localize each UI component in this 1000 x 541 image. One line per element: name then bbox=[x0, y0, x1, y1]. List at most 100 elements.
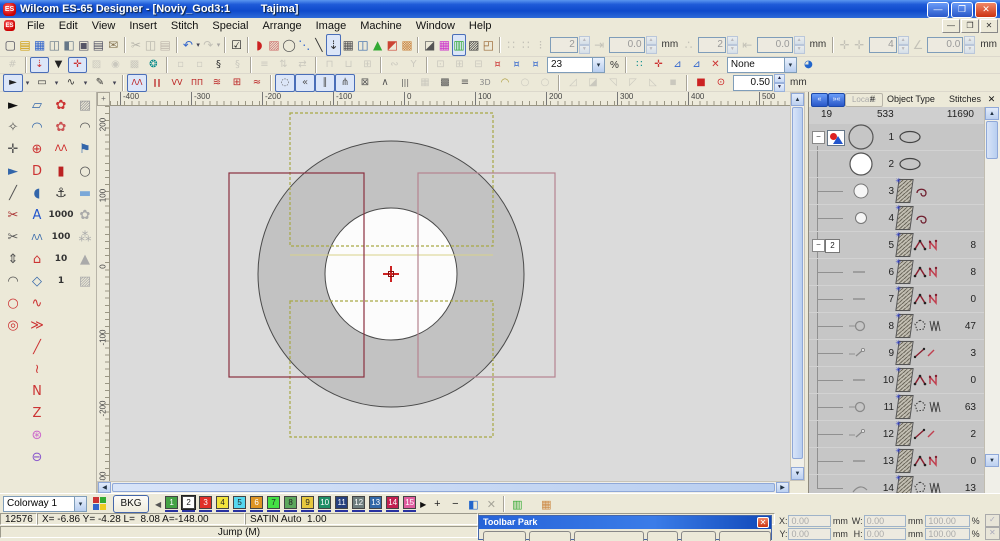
toolbox-anchor-icon[interactable]: ⚓ bbox=[49, 182, 73, 204]
color-chip-5[interactable]: 5 bbox=[231, 496, 248, 512]
mirror-h-icon[interactable]: ⊓ bbox=[320, 57, 339, 73]
panel-scroll-thumb[interactable] bbox=[986, 121, 998, 159]
bw-view-icon[interactable]: ▨ bbox=[466, 34, 481, 56]
horizontal-scroll-thumb[interactable] bbox=[112, 483, 775, 492]
menu-machine[interactable]: Machine bbox=[353, 19, 409, 33]
stitch-weave-icon[interactable]: ≋ bbox=[207, 74, 227, 92]
spinner-field[interactable]: 0.50 ▲ ▼ bbox=[733, 73, 785, 92]
toolbox-letter-d-icon[interactable]: D bbox=[25, 160, 49, 182]
pattern-dim-icon[interactable]: ▦ bbox=[415, 74, 435, 92]
pattern-d-icon[interactable]: ▩ bbox=[125, 57, 144, 73]
print-icon[interactable]: ▣ bbox=[76, 34, 91, 56]
stitch-zigzag-icon[interactable]: VV bbox=[167, 74, 187, 92]
tatami-tool-icon[interactable]: ▨ bbox=[267, 34, 282, 56]
object-row-6[interactable]: 6 ✳ 8 bbox=[809, 259, 986, 286]
zoom-in-icon[interactable]: ¤ bbox=[507, 57, 526, 73]
close-button[interactable]: ✕ bbox=[975, 2, 997, 18]
object-thumbnail[interactable] bbox=[846, 232, 876, 258]
toolbox-scissors-icon[interactable]: ✂ bbox=[1, 226, 25, 248]
lock-icon[interactable]: § bbox=[209, 57, 228, 73]
tr-d-icon[interactable]: ◸ bbox=[623, 74, 643, 92]
wand-select-icon[interactable]: ✎ bbox=[90, 74, 110, 92]
toolbox-people-icon[interactable]: ΛΛ bbox=[25, 226, 49, 248]
reshape-red-icon[interactable]: ✛ bbox=[649, 57, 668, 73]
object-thumbnail[interactable] bbox=[846, 151, 876, 177]
object-row-2[interactable]: 2 bbox=[809, 151, 986, 178]
menu-edit[interactable]: Edit bbox=[52, 19, 85, 33]
object-thumbnail[interactable] bbox=[846, 448, 876, 474]
stitch-wave-icon[interactable]: ≈ bbox=[247, 74, 267, 92]
grid-b-icon[interactable]: ∷ bbox=[518, 34, 533, 56]
mdi-minimize-button[interactable]: — bbox=[942, 19, 960, 33]
overlap-view-icon[interactable]: ◪ bbox=[422, 34, 437, 56]
toolbox-mountain-dim-icon[interactable]: ▲ bbox=[73, 248, 97, 270]
toolbar-park-close-icon[interactable]: ✕ bbox=[757, 517, 769, 528]
stitch-tatami-icon[interactable]: ∥∥ bbox=[147, 74, 167, 92]
mdi-restore-button[interactable]: ❐ bbox=[961, 19, 979, 33]
color-chip-1[interactable]: 1 bbox=[163, 496, 180, 512]
toolbox-ellipse-tool-icon[interactable]: ○ bbox=[1, 292, 25, 314]
node-edit-icon[interactable]: # bbox=[3, 57, 22, 73]
show-graphics-icon[interactable]: ▲ bbox=[370, 34, 385, 56]
colorway-select[interactable]: Colorway 1 ▾ bbox=[3, 496, 87, 512]
color-film-icon[interactable]: ▦ bbox=[437, 34, 452, 56]
scroll-down-icon[interactable]: ▼ bbox=[791, 467, 804, 480]
object-row-5[interactable]: −2 5 ✳ 8 bbox=[809, 232, 986, 259]
spinner-field[interactable]: 0.0 ▲ ▼ bbox=[756, 35, 805, 54]
dart-icon[interactable]: ▼ bbox=[49, 57, 68, 73]
spinner-field[interactable]: 0.0 ▲ ▼ bbox=[608, 35, 657, 54]
stitch-grid-icon[interactable]: ⊞ bbox=[227, 74, 247, 92]
checker-mode-icon[interactable]: ▩ bbox=[435, 74, 455, 92]
menu-special[interactable]: Special bbox=[205, 19, 255, 33]
object-thumbnail[interactable] bbox=[846, 340, 876, 366]
array-a-icon[interactable]: ⊡ bbox=[431, 57, 450, 73]
toolbox-node-icon[interactable]: ✛ bbox=[1, 138, 25, 160]
run-dots-tool-icon[interactable]: ⋱ bbox=[297, 34, 312, 56]
fan-yellow-icon[interactable]: ◠ bbox=[495, 74, 515, 92]
w-field[interactable]: 0.00 bbox=[863, 514, 906, 527]
collapse-group-icon[interactable]: − bbox=[812, 131, 825, 144]
move-b-icon[interactable]: ✛ bbox=[852, 34, 867, 56]
align-mid-icon[interactable]: ⇅ bbox=[274, 57, 293, 73]
menu-view[interactable]: View bbox=[85, 19, 123, 33]
dots-teal-icon[interactable]: ∷ bbox=[630, 57, 649, 73]
menu-arrange[interactable]: Arrange bbox=[255, 19, 308, 33]
mdi-close-button[interactable]: ✕ bbox=[980, 19, 998, 33]
delete-colorway-icon[interactable]: ✕ bbox=[483, 497, 499, 512]
cut-icon[interactable]: ✂ bbox=[129, 34, 144, 56]
panel-scroll-down-icon[interactable]: ▼ bbox=[985, 454, 999, 467]
toolbox-flower-dim-icon[interactable]: ✿ bbox=[73, 204, 97, 226]
panel-scroll-up-icon[interactable]: ▲ bbox=[985, 107, 999, 120]
toolbox-z-stitch-icon[interactable]: Z bbox=[25, 402, 49, 424]
none-x-icon[interactable]: ✕ bbox=[706, 57, 725, 73]
reshape-select-icon[interactable]: ∿ bbox=[61, 74, 81, 92]
toolbox-run-stitch-icon[interactable]: ∿ bbox=[25, 292, 49, 314]
spinner-field[interactable]: 0.0 ▲ ▼ bbox=[927, 35, 976, 54]
y-field[interactable]: 0.00 bbox=[788, 527, 831, 540]
mirror-xy-icon[interactable]: ⊞ bbox=[358, 57, 377, 73]
print-preview-icon[interactable]: ▤ bbox=[91, 34, 106, 56]
vertical-scroll-thumb[interactable] bbox=[792, 107, 803, 459]
object-thumbnail[interactable] bbox=[846, 475, 876, 493]
3d-mode-icon[interactable]: 3D bbox=[475, 74, 495, 92]
space-h-ic-icon[interactable]: ⇥ bbox=[592, 34, 607, 56]
menu-stitch[interactable]: Stitch bbox=[164, 19, 206, 33]
toolbox-stitch-select-icon[interactable]: ► bbox=[1, 160, 25, 182]
node-b-icon[interactable]: ⊿ bbox=[687, 57, 706, 73]
color-chip-15[interactable]: 15 bbox=[401, 496, 418, 512]
select-dd-icon[interactable]: ▾ bbox=[23, 74, 32, 92]
spinner-field[interactable]: 2 ▲ ▼ bbox=[697, 35, 738, 54]
spinner-field[interactable]: 4 ▲ ▼ bbox=[868, 35, 909, 54]
align-left-icon[interactable]: ≡ bbox=[255, 57, 274, 73]
color-film-icon[interactable]: ▥ bbox=[509, 497, 525, 512]
oval-a-icon[interactable]: ○ bbox=[515, 74, 535, 92]
color-chip-8[interactable]: 8 bbox=[282, 496, 299, 512]
dock-panel-button[interactable]: »« bbox=[828, 93, 845, 107]
color-chip-14[interactable]: 14 bbox=[384, 496, 401, 512]
toolbox-star-select-icon[interactable]: ✧ bbox=[1, 116, 25, 138]
toolbar-park-titlebar[interactable]: Toolbar Park ✕ bbox=[479, 516, 771, 529]
copy-icon[interactable]: ◫ bbox=[143, 34, 158, 56]
object-row-4[interactable]: 4 ✳ bbox=[809, 205, 986, 232]
toolbox-triple-run-icon[interactable]: ≫ bbox=[25, 314, 49, 336]
toolbox-len-1-icon[interactable]: 1 bbox=[49, 270, 73, 292]
